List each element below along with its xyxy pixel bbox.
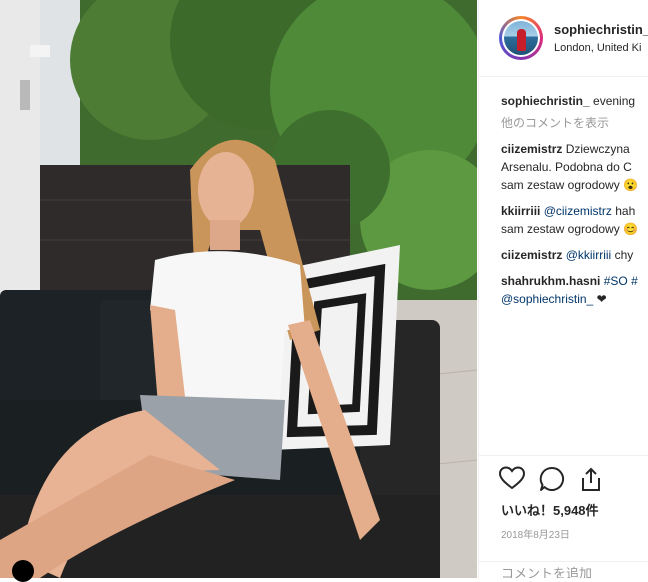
- comments-list: sophiechristin_ evening 他のコメントを表示 ciizem…: [501, 92, 648, 308]
- comment-username[interactable]: shahrukhm.hasni: [501, 274, 600, 288]
- likes-count[interactable]: いいね！5,948件: [501, 500, 599, 519]
- comment-text: chy: [614, 248, 634, 262]
- photo-image: [0, 0, 477, 578]
- header-username[interactable]: sophiechristin_: [554, 22, 648, 37]
- post-sidebar: sophiechristin_ London, United Ki sophie…: [478, 0, 648, 578]
- comment-username[interactable]: kkiirriii: [501, 204, 540, 218]
- heart-icon[interactable]: [498, 466, 526, 495]
- comment-hashtag[interactable]: #SO: [604, 274, 628, 288]
- comment-text: hah: [615, 204, 636, 218]
- add-comment-bar: [479, 561, 648, 578]
- caption-text: evening: [593, 94, 636, 108]
- post-header: sophiechristin_ London, United Ki: [479, 0, 648, 77]
- header-location[interactable]: London, United Ki: [554, 42, 641, 54]
- avatar-image: [504, 21, 538, 55]
- comment-username[interactable]: ciizemistrz: [501, 248, 562, 262]
- comment-mention[interactable]: @sophiechristin_: [501, 292, 593, 306]
- comment-item: shahrukhm.hasni #SO # @sophiechristin_ ❤: [501, 272, 648, 308]
- comment-icon[interactable]: [539, 466, 565, 497]
- comment-text: sam zestaw ogrodowy 😊: [501, 222, 638, 236]
- comment-item: ciizemistrz Dziewczyna Arsenalu. Podobna…: [501, 140, 648, 194]
- comment-text: sam zestaw ogrodowy 😮: [501, 178, 638, 192]
- post-photo[interactable]: [0, 0, 477, 578]
- caption: sophiechristin_ evening: [501, 92, 648, 110]
- comment-input[interactable]: [499, 565, 643, 578]
- comment-hashtag[interactable]: #: [631, 274, 638, 288]
- caption-username[interactable]: sophiechristin_: [501, 94, 590, 108]
- camera-icon[interactable]: [12, 560, 34, 582]
- heart-emoji: ❤: [596, 292, 607, 306]
- comment-username[interactable]: ciizemistrz: [501, 142, 562, 156]
- comment-mention[interactable]: @kkiirriii: [566, 248, 612, 262]
- comment-text: Arsenalu. Podobna do C: [501, 160, 632, 174]
- avatar-ring: [502, 19, 540, 57]
- share-icon[interactable]: [579, 466, 603, 497]
- post-date: 2018年8月23日: [501, 530, 570, 541]
- avatar-figure: [517, 29, 526, 51]
- post-actions: いいね！5,948件 2018年8月23日: [479, 455, 648, 541]
- comment-item: kkiirriii @ciizemistrz hah sam zestaw og…: [501, 202, 648, 238]
- avatar[interactable]: [499, 16, 543, 60]
- show-more-comments-link[interactable]: 他のコメントを表示: [501, 114, 648, 132]
- comment-item: ciizemistrz @kkiirriii chy: [501, 246, 648, 264]
- comment-mention[interactable]: @ciizemistrz: [544, 204, 612, 218]
- comment-text: Dziewczyna: [565, 142, 630, 156]
